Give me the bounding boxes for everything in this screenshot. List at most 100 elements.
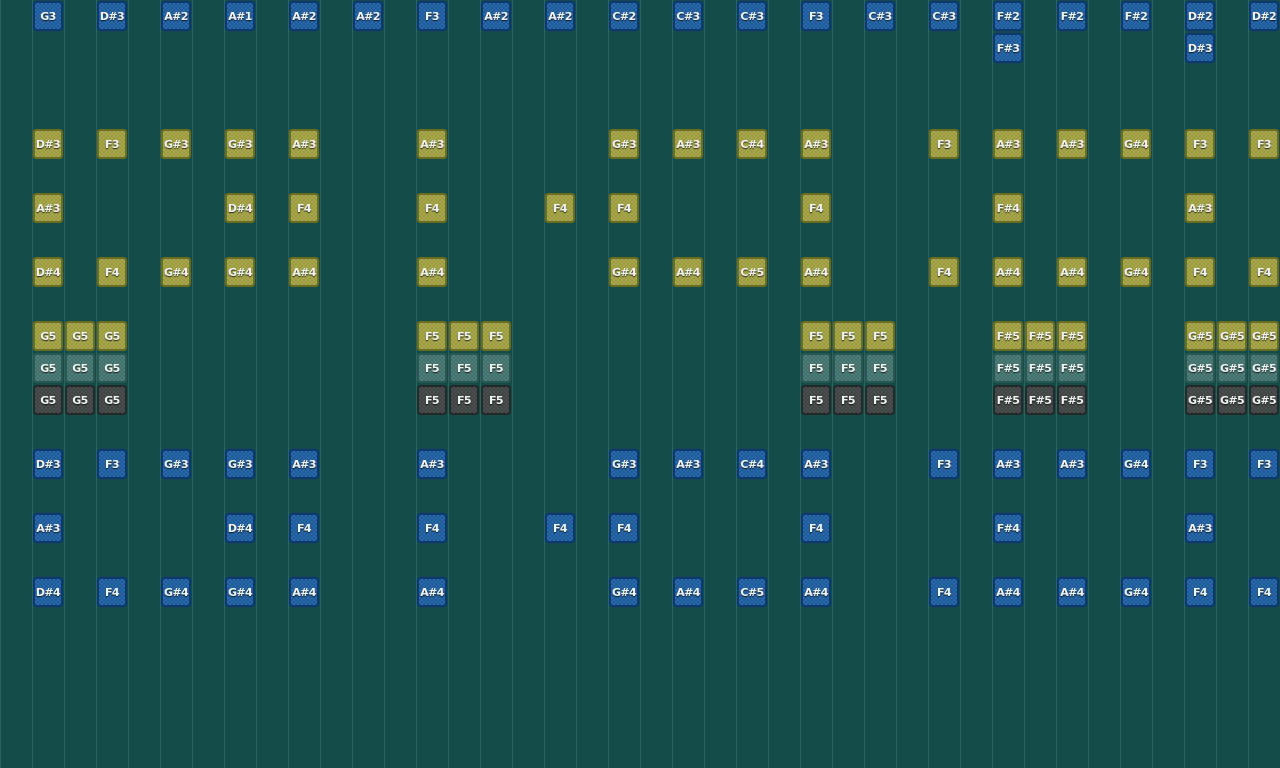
note-cell[interactable]: D#3 (97, 1, 127, 31)
note-cell[interactable]: G#4 (1121, 129, 1151, 159)
note-cell[interactable]: F3 (1249, 129, 1279, 159)
note-cell[interactable]: G#5 (1249, 385, 1279, 415)
note-cell[interactable]: G5 (97, 385, 127, 415)
note-cell[interactable]: A#3 (1185, 193, 1215, 223)
note-cell[interactable]: G#5 (1217, 353, 1247, 383)
note-cell[interactable]: G5 (97, 321, 127, 351)
note-cell[interactable]: F4 (801, 193, 831, 223)
note-cell[interactable]: F3 (929, 129, 959, 159)
note-cell[interactable]: G#3 (161, 129, 191, 159)
note-cell[interactable]: G#5 (1185, 353, 1215, 383)
note-cell[interactable]: A#2 (289, 1, 319, 31)
note-cell[interactable]: F#2 (993, 1, 1023, 31)
note-cell[interactable]: A#3 (33, 193, 63, 223)
note-cell[interactable]: F#4 (993, 193, 1023, 223)
note-cell[interactable]: A#4 (801, 257, 831, 287)
note-cell[interactable]: A#4 (289, 257, 319, 287)
note-cell[interactable]: F#3 (993, 33, 1023, 63)
note-cell[interactable]: G#3 (609, 129, 639, 159)
note-cell[interactable]: A#4 (417, 577, 447, 607)
note-cell[interactable]: F4 (545, 513, 575, 543)
note-cell[interactable]: G#4 (225, 257, 255, 287)
note-cell[interactable]: A#2 (545, 1, 575, 31)
note-cell[interactable]: F5 (417, 321, 447, 351)
note-cell[interactable]: G#4 (609, 257, 639, 287)
note-cell[interactable]: D#2 (1185, 1, 1215, 31)
note-cell[interactable]: F5 (449, 321, 479, 351)
note-cell[interactable]: G#4 (161, 257, 191, 287)
note-cell[interactable]: C#3 (929, 1, 959, 31)
note-cell[interactable]: A#3 (801, 129, 831, 159)
note-cell[interactable]: A#4 (1057, 257, 1087, 287)
note-cell[interactable]: F4 (1249, 257, 1279, 287)
note-cell[interactable]: A#4 (993, 577, 1023, 607)
note-cell[interactable]: D#3 (1185, 33, 1215, 63)
note-cell[interactable]: D#4 (33, 577, 63, 607)
note-cell[interactable]: G#4 (1121, 449, 1151, 479)
note-cell[interactable]: F3 (1185, 129, 1215, 159)
note-cell[interactable]: F#2 (1057, 1, 1087, 31)
note-cell[interactable]: F#4 (993, 513, 1023, 543)
note-cell[interactable]: G5 (33, 353, 63, 383)
note-cell[interactable]: F3 (97, 129, 127, 159)
note-cell[interactable]: F#5 (993, 321, 1023, 351)
note-cell[interactable]: F4 (609, 513, 639, 543)
note-cell[interactable]: A#4 (1057, 577, 1087, 607)
note-cell[interactable]: F4 (1185, 257, 1215, 287)
note-cell[interactable]: A#3 (417, 129, 447, 159)
note-cell[interactable]: F5 (449, 385, 479, 415)
note-cell[interactable]: G#4 (225, 577, 255, 607)
note-cell[interactable]: F4 (97, 257, 127, 287)
note-grid[interactable]: G3 D#3 A#2 A#1 A#2 A#2 F3 A#2 A#2 C#2 C#3 C#3 F3 C#3 C… (0, 0, 1280, 768)
note-cell[interactable]: G5 (65, 385, 95, 415)
note-cell[interactable]: F3 (801, 1, 831, 31)
note-cell[interactable]: A#3 (417, 449, 447, 479)
note-cell[interactable]: G#3 (225, 129, 255, 159)
note-cell[interactable]: C#3 (737, 1, 767, 31)
note-cell[interactable]: F#5 (1057, 321, 1087, 351)
note-cell[interactable]: F4 (289, 193, 319, 223)
note-cell[interactable]: C#3 (673, 1, 703, 31)
note-cell[interactable]: F5 (417, 385, 447, 415)
note-cell[interactable]: F#5 (1025, 321, 1055, 351)
note-cell[interactable]: F5 (449, 353, 479, 383)
note-cell[interactable]: G#5 (1249, 321, 1279, 351)
note-cell[interactable]: G5 (33, 321, 63, 351)
note-cell[interactable]: G3 (33, 1, 63, 31)
note-cell[interactable]: G#4 (1121, 577, 1151, 607)
note-cell[interactable]: F4 (417, 513, 447, 543)
note-cell[interactable]: G#3 (225, 449, 255, 479)
note-cell[interactable]: F4 (1185, 577, 1215, 607)
note-cell[interactable]: F3 (1249, 449, 1279, 479)
note-cell[interactable]: F5 (801, 353, 831, 383)
note-cell[interactable]: C#5 (737, 257, 767, 287)
note-cell[interactable]: F3 (1185, 449, 1215, 479)
note-cell[interactable]: A#3 (1057, 129, 1087, 159)
note-cell[interactable]: G5 (97, 353, 127, 383)
note-cell[interactable]: F5 (865, 321, 895, 351)
note-cell[interactable]: G#3 (609, 449, 639, 479)
note-cell[interactable]: F#2 (1121, 1, 1151, 31)
note-cell[interactable]: F5 (833, 385, 863, 415)
note-cell[interactable]: G5 (65, 321, 95, 351)
note-cell[interactable]: F4 (929, 577, 959, 607)
note-cell[interactable]: F4 (609, 193, 639, 223)
note-cell[interactable]: A#3 (673, 449, 703, 479)
note-cell[interactable]: A#3 (289, 449, 319, 479)
note-cell[interactable]: G5 (33, 385, 63, 415)
note-cell[interactable]: F5 (481, 385, 511, 415)
note-cell[interactable]: G5 (65, 353, 95, 383)
note-cell[interactable]: F5 (481, 353, 511, 383)
note-cell[interactable]: F5 (833, 353, 863, 383)
note-cell[interactable]: F4 (929, 257, 959, 287)
note-cell[interactable]: A#2 (481, 1, 511, 31)
note-cell[interactable]: G#5 (1185, 321, 1215, 351)
note-cell[interactable]: F4 (289, 513, 319, 543)
note-cell[interactable]: D#3 (33, 449, 63, 479)
note-cell[interactable]: F5 (801, 321, 831, 351)
note-cell[interactable]: F4 (417, 193, 447, 223)
note-cell[interactable]: F#5 (1057, 353, 1087, 383)
note-cell[interactable]: D#3 (33, 129, 63, 159)
note-cell[interactable]: A#2 (161, 1, 191, 31)
note-cell[interactable]: F#5 (993, 385, 1023, 415)
